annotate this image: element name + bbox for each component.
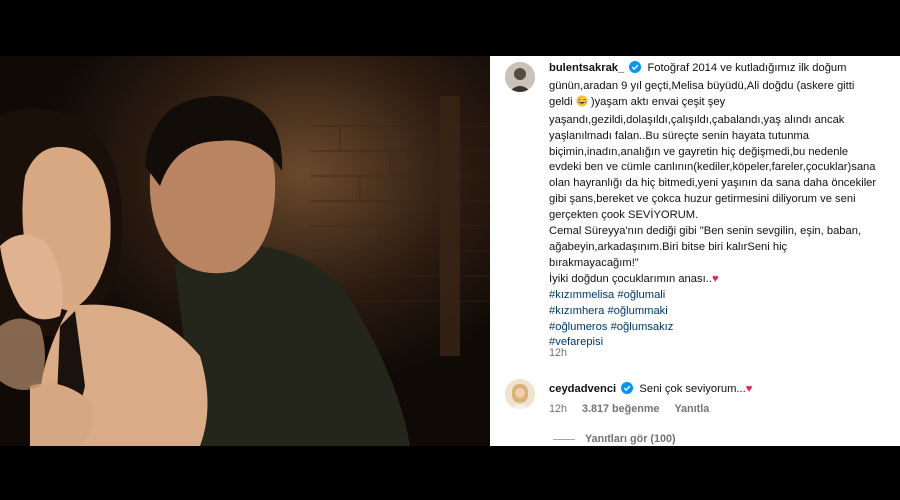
caption-text: Fotoğraf 2014 ve kutladığımız ilk doğum (647, 62, 847, 74)
hashtag-link[interactable]: #oğlumali (617, 289, 665, 301)
commenter-avatar-image (505, 379, 535, 409)
caption-line-11: Cemal Süreyya'nın dediği gibi "Ben senin… (549, 225, 862, 238)
commenter-username[interactable]: ceydadvenci (549, 383, 616, 395)
caption-line-1: bulentsakrak_ Fotoğraf 2014 ve kutladığı… (549, 61, 889, 79)
red-heart-emoji-icon: ♥ (711, 272, 719, 285)
caption-text: geldi (549, 95, 573, 108)
author-username[interactable]: bulentsakrak_ (549, 62, 624, 74)
caption-line-8: olan hayranlığı da hiç bitmedi,yeni yaşı… (549, 177, 877, 190)
caption-line-4: yaşandı,gezildi,dolaşıldı,çalışıldı,çaba… (549, 113, 845, 126)
caption-line-5: yaşlanılmadı falan..Bu süreçte senin hay… (549, 129, 809, 142)
caption-line-13: bırakmayacağım!" (549, 256, 639, 269)
hashtag-link[interactable]: #oğlummaki (607, 305, 667, 317)
comment-meta: 12h 3.817 beğenme Yanıtla (549, 403, 721, 415)
post-timestamp[interactable]: 12h (549, 347, 567, 359)
caption-line-2: günün,aradan 9 yıl geçti,Melisa büyüdü,A… (549, 79, 855, 92)
caption-line-3: geldi )yaşam aktı envai çeşit şey (549, 95, 889, 113)
author-avatar-image (505, 62, 535, 92)
caption-line-10: gerçekten çook SEVİYORUM. (549, 209, 699, 222)
comment-body: ceydadvenci Seni çok seviyorum...♥ (549, 382, 752, 397)
post-photo (0, 56, 490, 446)
caption-text: )yaşam aktı envai çeşit şey (590, 95, 726, 108)
laughing-tears-emoji-icon (576, 95, 588, 113)
author-avatar[interactable] (505, 62, 535, 92)
comment-likes-count[interactable]: 3.817 beğenme (582, 403, 659, 415)
post-details-panel: bulentsakrak_ Fotoğraf 2014 ve kutladığı… (491, 56, 900, 446)
comment-timestamp[interactable]: 12h (549, 403, 567, 415)
letterbox-top (0, 0, 900, 56)
caption-line-9: gibi şans,bereket ve çokca huzur getirme… (549, 193, 856, 206)
hashtag-row: #kızımmelisa #oğlumali (549, 288, 889, 304)
hashtag-link[interactable]: #kızımhera (549, 305, 604, 317)
hashtag-row: #kızımhera #oğlummaki (549, 304, 889, 320)
hashtag-link[interactable]: #kızımmelisa (549, 289, 614, 301)
replies-divider (553, 438, 575, 440)
red-heart-emoji-icon: ♥ (745, 383, 753, 395)
hashtag-link[interactable]: #oğlumeros (549, 321, 607, 333)
caption-line-7: evdeki ben ve cümle canlının(kediler,köp… (549, 161, 876, 174)
view-replies-label: Yanıtları gör (100) (585, 433, 676, 445)
reply-button[interactable]: Yanıtla (674, 403, 709, 415)
hashtag-row: #vefarepisi (549, 335, 889, 351)
comment-text: Seni çok seviyorum... (639, 383, 746, 395)
caption-line-6: biçimin,inadın,analığın ve gayretin hiç … (549, 145, 849, 158)
verified-badge-icon (629, 61, 642, 79)
commenter-avatar[interactable] (505, 379, 535, 409)
letterbox-bottom (0, 446, 900, 500)
view-replies-button[interactable]: Yanıtları gör (100) (553, 433, 676, 445)
caption-line-14: İyiki doğdun çocuklarımın anası..♥ (549, 272, 889, 288)
hashtag-row: #oğlumeros #oğlumsakız (549, 320, 889, 336)
verified-badge-icon (621, 382, 634, 397)
post-photo-image (0, 56, 490, 446)
caption-text: İyiki doğdun çocuklarımın anası.. (549, 272, 712, 285)
hashtag-link[interactable]: #oğlumsakız (611, 321, 674, 333)
post-caption: bulentsakrak_ Fotoğraf 2014 ve kutladığı… (549, 61, 889, 351)
caption-line-12: ağabeyin,arkadaşınım.Biri bitse biri kal… (549, 240, 788, 253)
